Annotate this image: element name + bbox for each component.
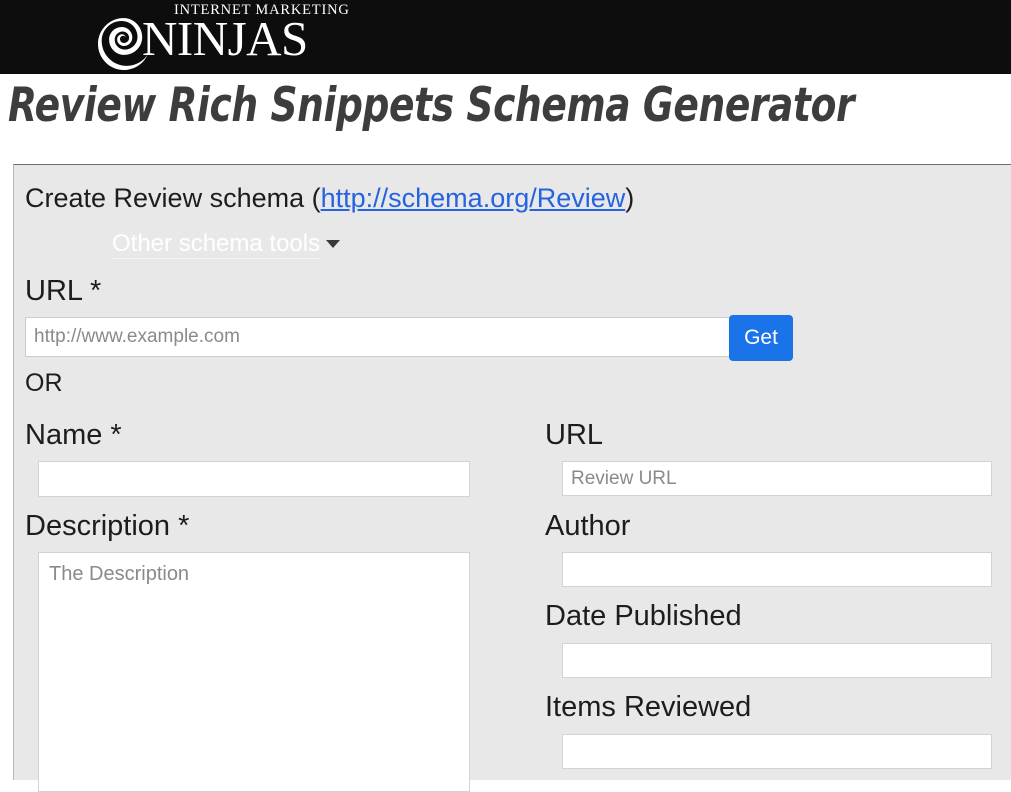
date-published-input[interactable] — [562, 643, 992, 678]
url-field-label: URL * — [25, 275, 102, 307]
other-schema-tools-label: Other schema tools — [112, 230, 321, 259]
description-textarea[interactable] — [38, 552, 470, 792]
page-title: Review Rich Snippets Schema Generator — [8, 78, 855, 133]
url-input[interactable] — [25, 317, 730, 357]
name-input[interactable] — [38, 461, 470, 497]
get-button[interactable]: Get — [729, 315, 793, 361]
panel-heading-prefix: Create Review schema ( — [25, 183, 321, 213]
logo-wordmark: NINJAS — [142, 11, 308, 66]
panel-heading: Create Review schema (http://schema.org/… — [25, 181, 634, 215]
name-field-label: Name * — [25, 419, 122, 451]
schema-form-panel: Create Review schema (http://schema.org/… — [13, 164, 1011, 792]
author-field-label: Author — [545, 510, 631, 542]
review-url-input[interactable] — [562, 461, 992, 496]
author-input[interactable] — [562, 552, 992, 587]
review-url-field-label: URL — [545, 419, 604, 451]
date-published-field-label: Date Published — [545, 600, 742, 632]
panel-heading-suffix: ) — [625, 183, 635, 213]
chevron-down-icon — [326, 240, 341, 248]
site-logo[interactable]: INTERNET MARKETING NINJAS — [96, 2, 349, 72]
schema-org-review-link[interactable]: http://schema.org/Review — [321, 183, 626, 213]
site-header: INTERNET MARKETING NINJAS — [0, 0, 1011, 74]
other-schema-tools-dropdown[interactable]: Other schema tools — [112, 229, 341, 259]
or-separator-text: OR — [25, 369, 63, 397]
description-field-label: Description * — [25, 510, 190, 542]
items-reviewed-field-label: Items Reviewed — [545, 691, 752, 723]
items-reviewed-input[interactable] — [562, 734, 992, 769]
